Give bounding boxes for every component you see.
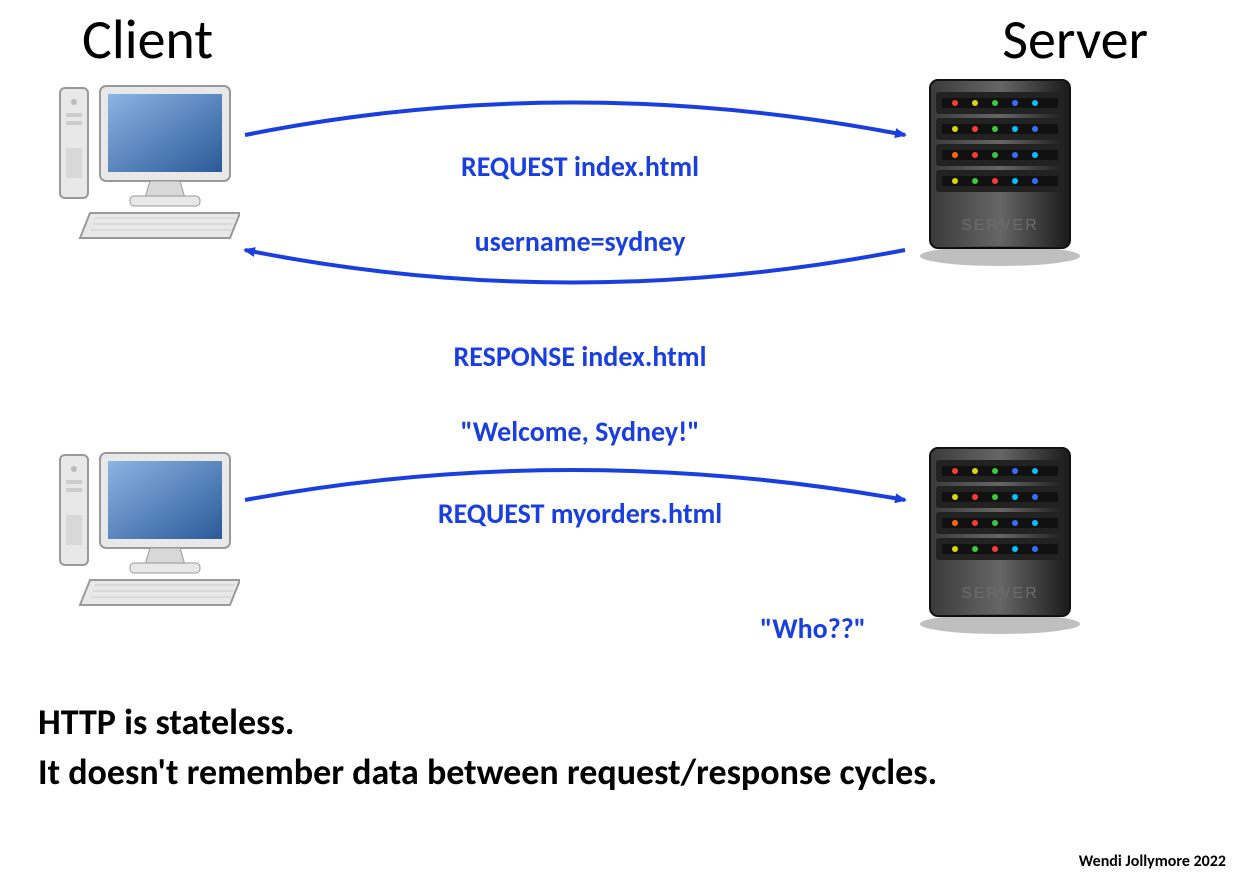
who-label: "Who??" [760,610,900,648]
response1-line2: "Welcome, Sydney!" [460,414,699,449]
attribution: Wendi Jollymore 2022 [1079,852,1226,871]
request1-label: REQUEST index.html username=sydney [340,110,820,261]
request1-line2: username=sydney [475,224,686,259]
caption-line2: It doesn't remember data between request… [38,750,937,794]
request1-line1: REQUEST index.html [461,149,699,184]
response1-label: RESPONSE index.html "Welcome, Sydney!" [340,300,820,451]
response1-line1: RESPONSE index.html [454,339,707,374]
request2-label: REQUEST myorders.html [340,495,820,533]
caption-line1: HTTP is stateless. [38,700,294,744]
